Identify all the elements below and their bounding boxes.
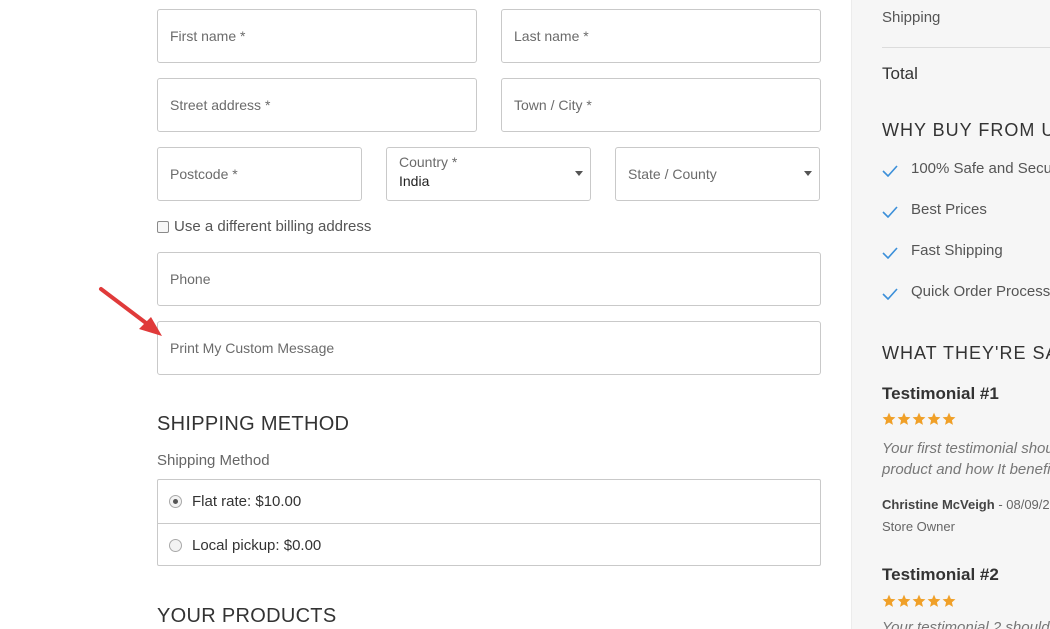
star-icon [912, 594, 926, 607]
checkmark-icon [882, 165, 898, 177]
state-county-placeholder: State / County [628, 166, 717, 182]
why-buy-heading: WHY BUY FROM US [882, 120, 1050, 140]
checkmark-icon [882, 288, 898, 300]
country-value: India [399, 173, 430, 189]
shipping-method-label: Shipping Method [157, 452, 270, 469]
star-icon [882, 594, 896, 607]
phone-placeholder: Phone [170, 271, 211, 287]
why-item: Fast Shipping [882, 241, 1003, 259]
sidebar-total-label: Total [882, 64, 918, 83]
shipping-method-heading: SHIPPING METHOD [157, 413, 350, 435]
country-label: Country * [399, 154, 458, 170]
star-icon [927, 412, 941, 425]
checkmark-icon [882, 206, 898, 218]
state-county-select[interactable]: State / County [615, 147, 820, 201]
star-icon [942, 412, 956, 425]
star-icon [942, 594, 956, 607]
sidebar-divider [882, 47, 1050, 48]
flat-rate-label: Flat rate: $10.00 [192, 493, 302, 510]
star-rating [882, 594, 957, 608]
last-name-placeholder: Last name * [514, 28, 589, 44]
why-item-label: Best Prices [911, 200, 987, 218]
star-rating [882, 412, 957, 426]
order-sidebar: Shipping Total WHY BUY FROM US 100% Safe… [851, 0, 1050, 629]
country-select[interactable]: Country * India [386, 147, 591, 201]
local-pickup-radio[interactable] [169, 538, 182, 552]
checkmark-icon [882, 247, 898, 259]
town-city-placeholder: Town / City * [514, 97, 592, 113]
shipping-option-flat-rate[interactable]: Flat rate: $10.00 [158, 480, 820, 523]
testimonial-quote-line: Your first testimonial should [882, 440, 1050, 457]
why-item: Quick Order Processing [882, 282, 1050, 300]
testimonial-title: Testimonial #1 [882, 384, 999, 403]
star-icon [912, 412, 926, 425]
postcode-field[interactable]: Postcode * [157, 147, 362, 201]
your-products-heading: YOUR PRODUCTS [157, 605, 337, 627]
testimonial-author-role: Store Owner [882, 519, 955, 534]
why-item: 100% Safe and Secure [882, 159, 1050, 177]
first-name-field[interactable]: First name * [157, 9, 477, 63]
postcode-placeholder: Postcode * [170, 166, 238, 182]
last-name-field[interactable]: Last name * [501, 9, 821, 63]
star-icon [927, 594, 941, 607]
billing-address-checkbox-row[interactable]: Use a different billing address [157, 218, 371, 235]
why-item-label: Quick Order Processing [911, 282, 1050, 300]
star-icon [882, 412, 896, 425]
street-address-placeholder: Street address * [170, 97, 271, 113]
billing-address-checkbox[interactable] [157, 220, 169, 233]
testimonial-quote-line: Your testimonial 2 should [882, 619, 1050, 629]
custom-message-field[interactable]: Print My Custom Message [157, 321, 821, 375]
why-item-label: Fast Shipping [911, 241, 1003, 259]
town-city-field[interactable]: Town / City * [501, 78, 821, 132]
chevron-down-icon [804, 171, 812, 176]
shipping-option-local-pickup[interactable]: Local pickup: $0.00 [158, 523, 820, 566]
testimonial-author: Christine McVeigh - 08/09/2016 [882, 497, 1050, 512]
chevron-down-icon [575, 171, 583, 176]
testimonials-heading: WHAT THEY'RE SAYING [882, 343, 1050, 363]
testimonial-date: - 08/09/2016 [998, 497, 1050, 512]
shipping-options: Flat rate: $10.00 Local pickup: $0.00 [157, 479, 821, 566]
testimonial-quote-line: product and how It benefits [882, 461, 1050, 478]
testimonial-title: Testimonial #2 [882, 565, 999, 584]
why-item: Best Prices [882, 200, 987, 218]
why-item-label: 100% Safe and Secure [911, 159, 1050, 177]
annotation-arrow-icon [99, 287, 162, 336]
star-icon [897, 412, 911, 425]
first-name-placeholder: First name * [170, 28, 246, 44]
testimonial-author-name: Christine McVeigh [882, 497, 995, 512]
phone-field[interactable]: Phone [157, 252, 821, 306]
sidebar-shipping-label: Shipping [882, 9, 941, 26]
billing-address-checkbox-label: Use a different billing address [174, 218, 372, 235]
flat-rate-radio[interactable] [169, 495, 182, 508]
custom-message-placeholder: Print My Custom Message [170, 340, 335, 356]
star-icon [897, 594, 911, 607]
street-address-field[interactable]: Street address * [157, 78, 477, 132]
local-pickup-label: Local pickup: $0.00 [192, 536, 322, 554]
